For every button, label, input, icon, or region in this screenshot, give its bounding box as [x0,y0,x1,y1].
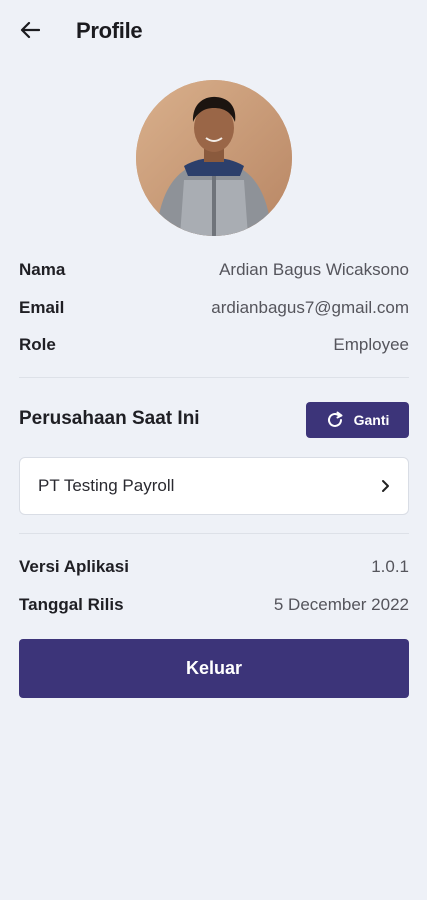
version-label: Versi Aplikasi [19,557,129,576]
change-company-button[interactable]: Ganti [306,402,409,438]
change-company-label: Ganti [353,412,390,428]
email-label: Email [19,298,65,317]
chevron-right-icon [382,480,389,492]
email-value: ardianbagus7@gmail.com [211,298,409,317]
release-date-value: 5 December 2022 [273,595,409,614]
name-value: Ardian Bagus Wicaksono [219,260,409,279]
version-row: Versi Aplikasi 1.0.1 [19,555,409,579]
company-name: PT Testing Payroll [38,476,175,495]
company-selector[interactable]: PT Testing Payroll [19,457,409,515]
refresh-icon [327,411,343,427]
profile-photo [136,80,292,236]
logout-label: Keluar [185,658,243,678]
name-label: Nama [19,260,66,279]
app-header: Profile [0,0,427,62]
logout-button[interactable]: Keluar [19,639,409,698]
divider [19,533,409,534]
email-row: Email ardianbagus7@gmail.com [19,296,409,320]
release-date-row: Tanggal Rilis 5 December 2022 [19,593,409,617]
back-button[interactable] [14,16,46,44]
profile-screen: Profile Nama Ardian Bagus Wicaksono Emai… [0,0,427,900]
role-value: Employee [333,335,409,354]
current-company-title: Perusahaan Saat Ini [19,408,200,429]
role-row: Role Employee [19,333,409,357]
avatar [136,80,292,236]
arrow-left-icon [20,21,40,39]
release-date-label: Tanggal Rilis [19,595,124,614]
divider [19,377,409,378]
role-label: Role [19,335,56,354]
version-value: 1.0.1 [371,557,409,576]
name-row: Nama Ardian Bagus Wicaksono [19,258,409,282]
page-title: Profile [76,18,143,43]
